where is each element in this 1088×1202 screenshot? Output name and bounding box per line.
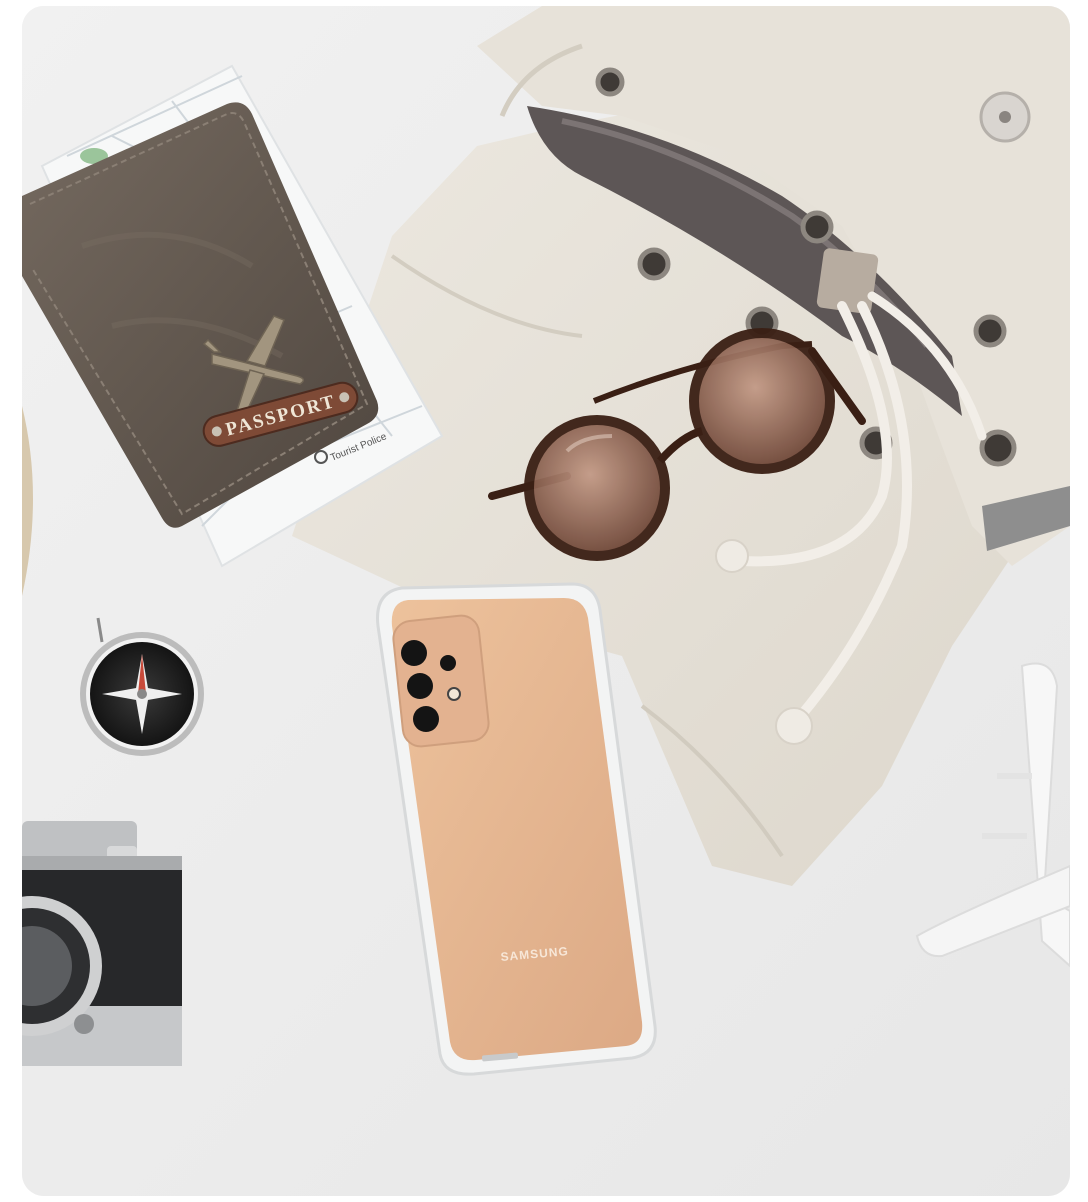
photo-scene: Tourist Police PASSPORT SAMSUNG	[22, 6, 1070, 1196]
film-camera	[22, 821, 182, 1066]
product-photo: Tourist Police PASSPORT SAMSUNG	[22, 6, 1070, 1196]
